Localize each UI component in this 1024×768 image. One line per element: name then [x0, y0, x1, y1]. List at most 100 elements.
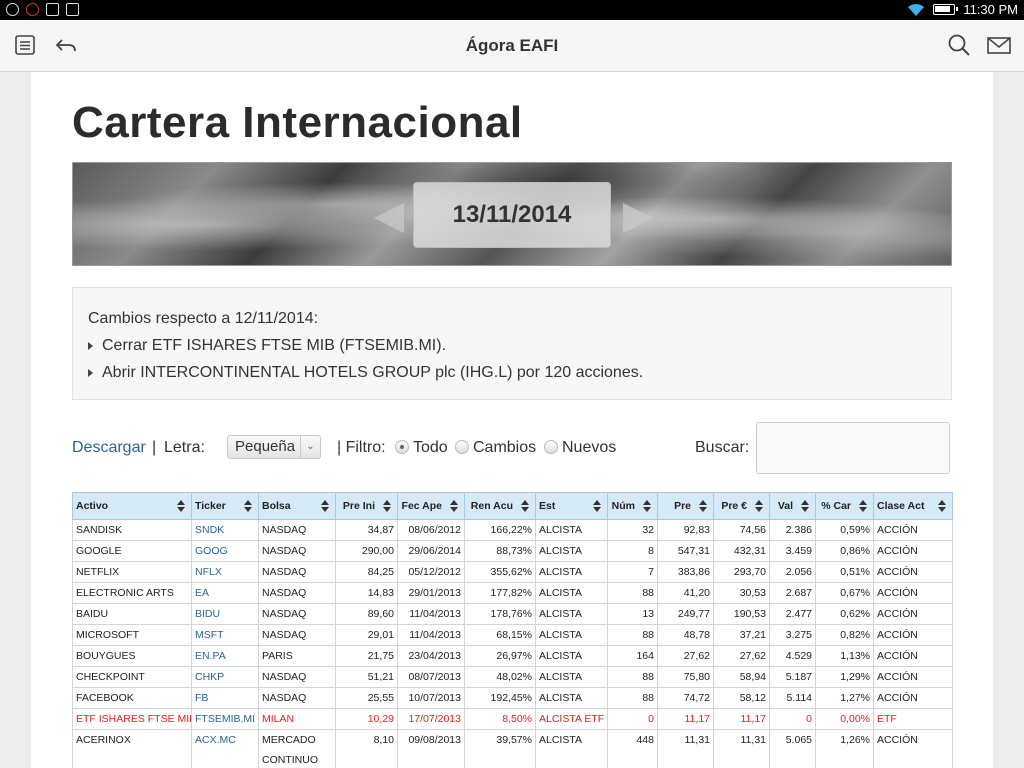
- table-cell-num: 88: [607, 582, 658, 604]
- sort-icon[interactable]: [450, 500, 458, 512]
- ticker-link[interactable]: FB: [191, 687, 259, 709]
- sort-icon[interactable]: [938, 500, 946, 512]
- table-cell-val: 2.687: [769, 582, 816, 604]
- column-header-bolsa[interactable]: Bolsa: [258, 492, 336, 520]
- changes-heading: Cambios respecto a 12/11/2014:: [88, 310, 319, 327]
- table-row: ACERINOX ACX.MC MERCADO CONTINUO 8,10 09/08/…: [72, 729, 953, 768]
- table-cell-activo: MICROSOFT: [72, 624, 192, 646]
- column-header-pre-eur[interactable]: Pre €: [713, 492, 770, 520]
- radio-cambios-label: Cambios: [473, 439, 537, 456]
- download-icon: [66, 3, 79, 16]
- table-cell-activo: ETF ISHARES FTSE MIB: [72, 708, 192, 730]
- column-header-est[interactable]: Est: [535, 492, 608, 520]
- ticker-link[interactable]: SNDK: [191, 519, 259, 541]
- table-cell-num: 32: [607, 519, 658, 541]
- column-header-num[interactable]: Núm: [607, 492, 658, 520]
- table-cell-num: 88: [607, 666, 658, 688]
- sort-icon[interactable]: [177, 500, 185, 512]
- table-cell-fec-ape: 23/04/2013: [397, 645, 465, 667]
- table-cell-activo: GOOGLE: [72, 540, 192, 562]
- radio-todo[interactable]: [395, 440, 409, 454]
- column-header-fec-ape[interactable]: Fec Ape: [397, 492, 465, 520]
- table-cell-est: ALCISTA: [535, 624, 608, 646]
- table-cell-activo: CHECKPOINT: [72, 666, 192, 688]
- sort-icon[interactable]: [321, 500, 329, 512]
- table-cell-ren-acu: 8,50%: [464, 708, 536, 730]
- filter-cambios-option[interactable]: Cambios: [455, 438, 536, 458]
- table-cell-pct-car: 0,82%: [815, 624, 874, 646]
- sort-icon[interactable]: [801, 500, 809, 512]
- filter-todo-option[interactable]: Todo: [395, 438, 448, 458]
- column-header-label: % Car: [821, 500, 851, 512]
- search-input[interactable]: [756, 422, 950, 474]
- ticker-link[interactable]: NFLX: [191, 561, 259, 583]
- column-header-ticker[interactable]: Ticker: [191, 492, 259, 520]
- font-size-select[interactable]: Pequeña ⌄: [227, 435, 321, 459]
- ticker-link[interactable]: ACX.MC: [191, 729, 259, 768]
- table-cell-pre-ini: 21,75: [335, 645, 398, 667]
- table-cell-pct-car: 0,86%: [815, 540, 874, 562]
- column-header-label: Clase Act: [877, 500, 925, 512]
- sort-icon[interactable]: [859, 500, 867, 512]
- column-header-label: Fec Ape: [401, 500, 442, 512]
- search-label: Buscar:: [695, 439, 750, 456]
- table-cell-activo: ACERINOX: [72, 729, 192, 768]
- battery-icon: [933, 4, 959, 15]
- table-cell-est: ALCISTA: [535, 603, 608, 625]
- column-header-activo[interactable]: Activo: [72, 492, 192, 520]
- ticker-link[interactable]: FTSEMIB.MI: [191, 708, 259, 730]
- ticker-link[interactable]: CHKP: [191, 666, 259, 688]
- table-cell-val: 3.275: [769, 624, 816, 646]
- table-cell-bolsa: PARIS: [258, 645, 336, 667]
- column-header-clase-act[interactable]: Clase Act: [873, 492, 953, 520]
- clock: 11:30 PM: [963, 2, 1018, 17]
- ticker-link[interactable]: GOOG: [191, 540, 259, 562]
- table-row: ELECTRONIC ARTS EA NASDAQ 14,83 29/01/2013 17…: [72, 582, 953, 604]
- table-cell-fec-ape: 11/04/2013: [397, 603, 465, 625]
- search-icon[interactable]: [946, 32, 972, 58]
- sort-icon[interactable]: [383, 500, 391, 512]
- table-row: FACEBOOK FB NASDAQ 25,55 10/07/2013 192,45% AL…: [72, 687, 953, 709]
- filter-nuevos-option[interactable]: Nuevos: [544, 438, 616, 458]
- mail-icon[interactable]: [986, 32, 1012, 58]
- table-cell-num: 0: [607, 708, 658, 730]
- table-cell-activo: BAIDU: [72, 603, 192, 625]
- table-cell-est: ALCISTA: [535, 519, 608, 541]
- sort-icon[interactable]: [643, 500, 651, 512]
- notification-icon: [26, 3, 39, 16]
- column-header-pct-car[interactable]: % Car: [815, 492, 874, 520]
- table-cell-num: 88: [607, 624, 658, 646]
- sort-icon[interactable]: [755, 500, 763, 512]
- ticker-link[interactable]: EN.PA: [191, 645, 259, 667]
- next-date-arrow-icon[interactable]: [623, 203, 653, 233]
- sort-icon[interactable]: [699, 500, 707, 512]
- table-cell-pre-ini: 10,29: [335, 708, 398, 730]
- download-link[interactable]: Descargar: [72, 438, 146, 458]
- table-cell-pre-eur: 293,70: [713, 561, 770, 583]
- column-header-pre-ini[interactable]: Pre Ini: [335, 492, 398, 520]
- column-header-label: Est: [539, 500, 556, 512]
- column-header-pre[interactable]: Pre: [657, 492, 714, 520]
- ticker-link[interactable]: BIDU: [191, 603, 259, 625]
- table-cell-fec-ape: 08/07/2013: [397, 666, 465, 688]
- sort-icon[interactable]: [244, 500, 252, 512]
- table-cell-bolsa: MERCADO CONTINUO: [258, 729, 336, 768]
- table-cell-ren-acu: 166,22%: [464, 519, 536, 541]
- radio-cambios[interactable]: [455, 440, 469, 454]
- table-cell-pct-car: 0,59%: [815, 519, 874, 541]
- table-cell-num: 7: [607, 561, 658, 583]
- ticker-link[interactable]: MSFT: [191, 624, 259, 646]
- ticker-link[interactable]: EA: [191, 582, 259, 604]
- wifi-icon: [908, 3, 925, 16]
- table-cell-val: 4.529: [769, 645, 816, 667]
- table-cell-pre-eur: 74,56: [713, 519, 770, 541]
- table-cell-pre-ini: 290,00: [335, 540, 398, 562]
- column-header-ren-acu[interactable]: Ren Acu: [464, 492, 536, 520]
- radio-nuevos[interactable]: [544, 440, 558, 454]
- table-cell-fec-ape: 05/12/2012: [397, 561, 465, 583]
- sort-icon[interactable]: [521, 500, 529, 512]
- column-header-val[interactable]: Val: [769, 492, 816, 520]
- previous-date-arrow-icon[interactable]: [374, 203, 404, 233]
- table-cell-bolsa: NASDAQ: [258, 561, 336, 583]
- sort-icon[interactable]: [593, 500, 601, 512]
